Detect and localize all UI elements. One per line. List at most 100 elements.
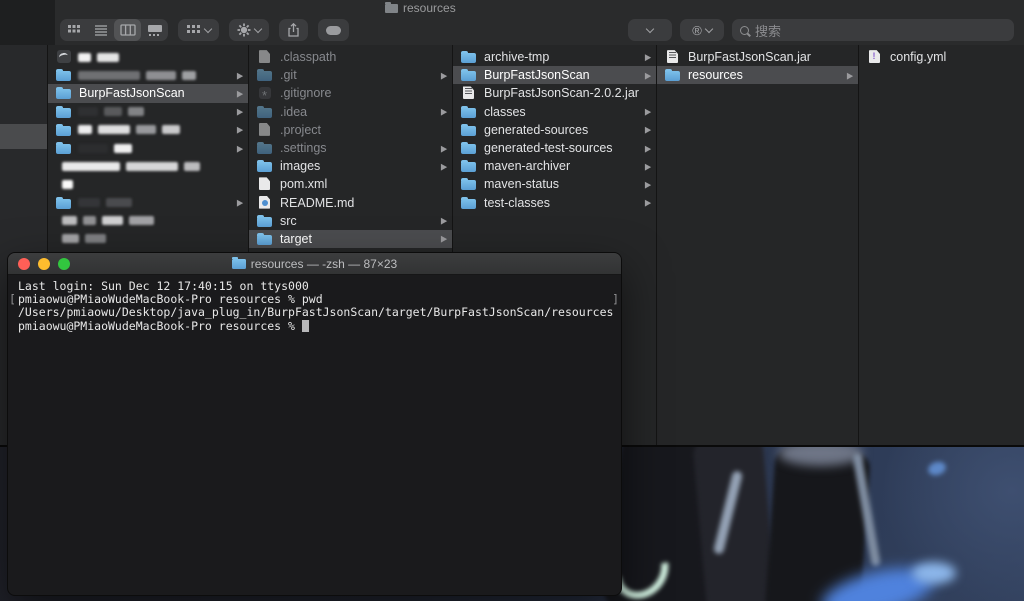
file-row[interactable]: generated-test-sources▶ — [453, 139, 656, 157]
file-row[interactable]: generated-sources▶ — [453, 121, 656, 139]
file-row[interactable]: maven-status▶ — [453, 175, 656, 193]
file-row[interactable]: test-classes▶ — [453, 194, 656, 212]
share-icon — [287, 23, 300, 37]
terminal-line: pmiaowu@PMiaoWudeMacBook-Pro resources % — [18, 320, 611, 333]
proxy-folder-icon — [232, 259, 246, 269]
folder-icon — [257, 68, 273, 82]
file-row[interactable]: pom.xml — [249, 175, 452, 193]
column-view-button[interactable] — [114, 19, 141, 41]
registered-menu-button[interactable]: ® — [680, 19, 724, 41]
burpfastjsonscan-column: BurpFastJsonScan.jar resources▶ — [657, 45, 859, 445]
file-row[interactable]: maven-archiver▶ — [453, 157, 656, 175]
terminal-text: /Users/pmiaowu/Desktop/java_plug_in/Burp… — [18, 305, 613, 319]
redacted-row[interactable]: ▶ — [48, 121, 248, 139]
file-row[interactable]: BurpFastJsonScan▶ — [48, 84, 248, 102]
redacted-row[interactable]: ▶ — [48, 194, 248, 212]
close-button[interactable] — [18, 258, 30, 270]
redacted-row[interactable] — [48, 175, 248, 193]
folder-icon — [461, 141, 477, 155]
terminal-text: Last login: Sun Dec 12 17:40:15 on ttys0… — [18, 279, 309, 293]
redacted-row[interactable]: ▶ — [48, 139, 248, 157]
file-label: classes — [484, 105, 526, 119]
folder-icon — [257, 232, 273, 246]
file-row[interactable]: target▶ — [249, 230, 452, 248]
chevron-right-icon: ▶ — [645, 179, 651, 189]
finder-titlebar[interactable]: resources — [0, 0, 1024, 15]
folder-icon — [56, 196, 72, 210]
file-row[interactable]: BurpFastJsonScan-2.0.2.jar — [453, 84, 656, 102]
redacted-text-block — [184, 162, 200, 171]
file-row[interactable]: .settings▶ — [249, 139, 452, 157]
file-label: BurpFastJsonScan.jar — [688, 50, 811, 64]
folder-icon — [257, 214, 273, 228]
folder-icon — [257, 141, 273, 155]
chevron-right-icon: ▶ — [237, 89, 243, 99]
file-label: .classpath — [280, 50, 336, 64]
file-row[interactable]: README.md — [249, 194, 452, 212]
chevron-right-icon: ▶ — [237, 107, 243, 117]
resources-column: config.yml — [859, 45, 1024, 445]
sidebar-selected-item[interactable] — [0, 124, 47, 149]
folder-icon — [461, 68, 477, 82]
file-row[interactable]: BurpFastJsonScan▶ — [453, 66, 656, 84]
file-label: .idea — [280, 105, 307, 119]
redacted-text-block — [62, 216, 77, 225]
file-label: src — [280, 214, 297, 228]
tag-button[interactable] — [318, 19, 349, 41]
folder-icon — [461, 196, 477, 210]
redacted-row[interactable] — [48, 157, 248, 175]
folder-icon — [56, 105, 72, 119]
file-row[interactable]: .project — [249, 121, 452, 139]
file-row[interactable]: BurpFastJsonScan.jar — [657, 48, 858, 66]
document-icon — [257, 123, 273, 137]
icon-view-button[interactable] — [60, 19, 87, 41]
terminal-content[interactable]: Last login: Sun Dec 12 17:40:15 on ttys0… — [8, 275, 621, 596]
redacted-text-block — [62, 180, 73, 189]
file-label: BurpFastJsonScan-2.0.2.jar — [484, 86, 639, 100]
redacted-row[interactable] — [48, 212, 248, 230]
yaml-icon — [867, 50, 883, 64]
file-row[interactable]: .git▶ — [249, 66, 452, 84]
file-row[interactable]: .gitignore — [249, 84, 452, 102]
list-view-button[interactable] — [87, 19, 114, 41]
file-label: resources — [688, 68, 743, 82]
file-row[interactable]: .idea▶ — [249, 103, 452, 121]
file-row[interactable]: .classpath — [249, 48, 452, 66]
group-button[interactable] — [178, 19, 219, 41]
file-row[interactable]: resources▶ — [657, 66, 858, 84]
jar-icon — [461, 86, 477, 100]
file-row[interactable]: config.yml — [859, 48, 1024, 66]
redacted-row[interactable]: ▶ — [48, 66, 248, 84]
share-button[interactable] — [279, 19, 308, 41]
redacted-text-block — [114, 144, 132, 153]
terminal-window: resources — -zsh — 87×23 Last login: Sun… — [7, 252, 622, 596]
file-row[interactable]: src▶ — [249, 212, 452, 230]
minimize-button[interactable] — [38, 258, 50, 270]
terminal-titlebar[interactable]: resources — -zsh — 87×23 — [8, 253, 621, 275]
redacted-row[interactable] — [48, 230, 248, 248]
chevron-right-icon: ▶ — [441, 70, 447, 80]
prompt-mark-left: [ — [9, 293, 16, 306]
folder-icon — [461, 50, 477, 64]
zoom-button[interactable] — [58, 258, 70, 270]
action-button[interactable] — [229, 19, 269, 41]
redacted-row[interactable]: ▶ — [48, 103, 248, 121]
redacted-text-block — [78, 53, 91, 62]
file-label: .project — [280, 123, 321, 137]
file-label: .settings — [280, 141, 327, 155]
redacted-text-block — [78, 107, 98, 116]
redacted-row[interactable] — [48, 48, 248, 66]
redacted-text-block — [78, 144, 108, 153]
file-row[interactable]: classes ▶ — [453, 103, 656, 121]
chevron-right-icon: ▶ — [237, 198, 243, 208]
gallery-view-button[interactable] — [141, 19, 168, 41]
search-input[interactable]: 搜索 — [732, 19, 1014, 41]
chevron-right-icon: ▶ — [645, 107, 651, 117]
redacted-text-block — [102, 216, 123, 225]
history-dropdown[interactable] — [628, 19, 672, 41]
chevron-right-icon: ▶ — [645, 161, 651, 171]
file-row[interactable]: images▶ — [249, 157, 452, 175]
file-label: pom.xml — [280, 177, 327, 191]
file-row[interactable]: archive-tmp▶ — [453, 48, 656, 66]
gallery-view-icon — [147, 24, 163, 36]
